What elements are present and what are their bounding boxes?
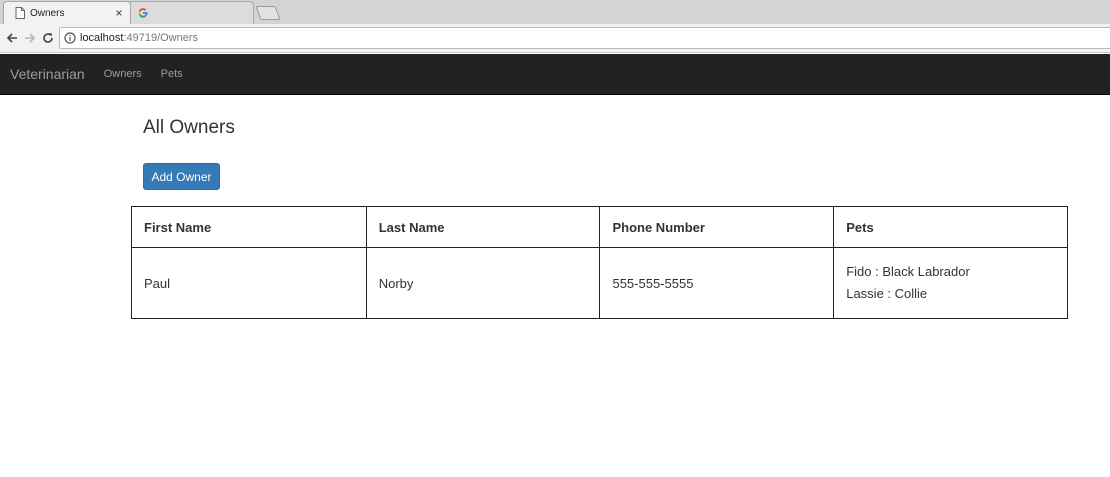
column-header-first-name: First Name [131,206,367,248]
add-owner-button[interactable]: Add Owner [143,163,220,190]
new-tab-button[interactable] [255,6,281,20]
url-host: localhost [80,32,124,44]
reload-button[interactable] [40,30,56,46]
browser-tab-google[interactable] [128,1,254,24]
table-row: Paul Norby 555-555-5555 Fido : Black Lab… [131,247,1068,319]
reload-icon [43,33,53,43]
browser-tab-owners[interactable]: Owners × [3,1,131,24]
column-header-phone-number: Phone Number [599,206,835,248]
browser-tab-strip: Owners × [0,0,1110,24]
page-title: All Owners [143,117,235,138]
column-header-pets: Pets [833,206,1068,248]
owners-table: First Name Last Name Phone Number Pets P… [131,206,1068,319]
nav-link-owners[interactable]: Owners [104,68,142,80]
table-header-row: First Name Last Name Phone Number Pets [131,206,1068,248]
arrow-right-icon [25,33,36,43]
column-header-last-name: Last Name [365,206,601,248]
browser-tab-title: Owners [30,7,65,19]
address-bar[interactable]: localhost:49719/Owners [59,27,1110,49]
arrow-left-icon [6,33,17,43]
cell-phone-number: 555-555-5555 [599,247,835,319]
navbar-brand[interactable]: Veterinarian [10,66,85,82]
pet-item: Lassie : Collie [846,286,928,301]
cell-first-name: Paul [131,247,367,319]
pet-item: Fido : Black Labrador [846,264,970,279]
url-path: :49719/Owners [123,32,199,44]
cell-last-name: Norby [365,247,601,319]
close-tab-icon[interactable]: × [112,6,126,20]
cell-pets: Fido : Black Labrador Lassie : Collie [833,247,1068,319]
page-icon [15,7,25,19]
google-icon [138,8,148,18]
forward-button[interactable] [22,30,38,46]
info-icon[interactable] [64,32,76,44]
back-button[interactable] [4,30,20,46]
app-navbar: Veterinarian Owners Pets [0,54,1110,95]
browser-toolbar: localhost:49719/Owners [0,24,1110,53]
nav-link-pets[interactable]: Pets [161,68,183,80]
